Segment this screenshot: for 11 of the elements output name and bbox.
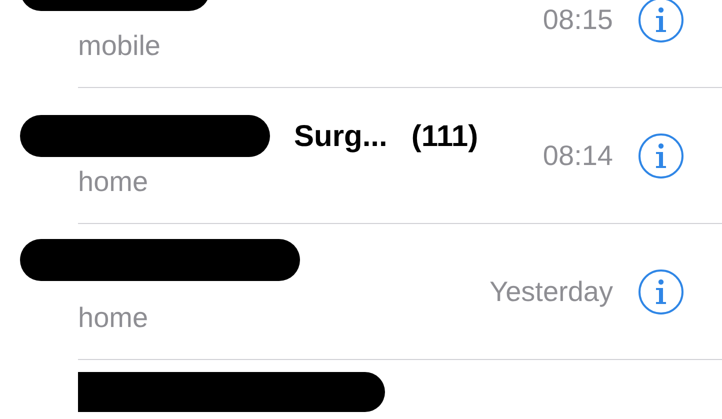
call-time: 08:15 — [542, 2, 613, 36]
phone-type-label: home — [78, 301, 148, 335]
info-icon[interactable] — [638, 0, 684, 42]
info-icon[interactable] — [638, 268, 684, 314]
phone-type-label: home — [78, 165, 148, 199]
call-count: (111) — [411, 118, 478, 154]
contact-name: Surg... — [294, 118, 388, 154]
phone-type-label: mobile — [78, 29, 160, 63]
call-time: Yesterday — [490, 274, 613, 309]
call-time: 08:14 — [542, 138, 613, 172]
info-icon[interactable] — [638, 132, 684, 178]
